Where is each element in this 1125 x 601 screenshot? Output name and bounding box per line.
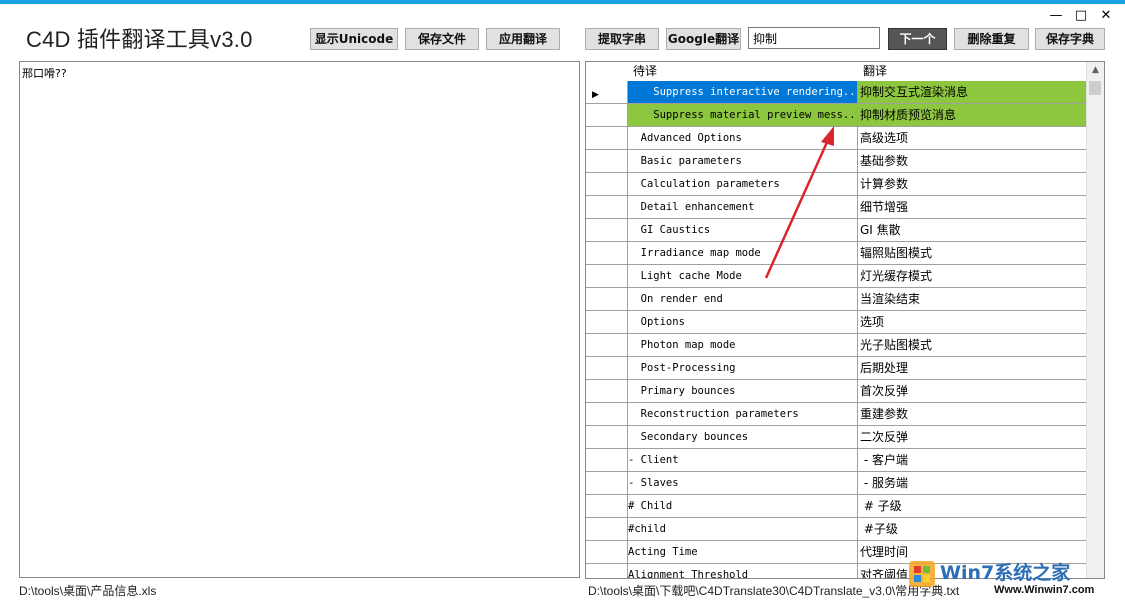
status-right-path: D:\tools\桌面\下载吧\C4DTranslate30\C4DTransl… — [588, 584, 960, 598]
watermark-brand: Win7系统之家 — [940, 561, 1071, 584]
annotation-arrow-head — [821, 126, 834, 146]
watermark-url: Www.Winwin7.com — [994, 584, 1095, 596]
annotation-arrow — [764, 126, 834, 279]
watermark-logo: Win7系统之家 Www.Winwin7.com — [909, 561, 1095, 596]
annotation-arrow-shaft — [764, 139, 830, 279]
watermark: Win7系统之家 Www.Winwin7.com — [906, 547, 1121, 597]
status-left-path: D:\tools\桌面\产品信息.xls — [19, 584, 157, 598]
